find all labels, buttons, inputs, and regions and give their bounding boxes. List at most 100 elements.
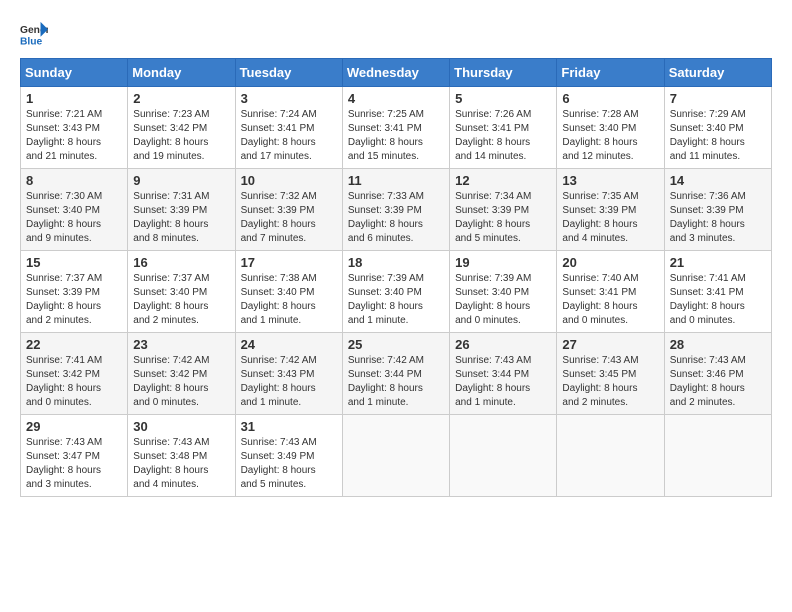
day-number: 14 <box>670 173 766 188</box>
page-header: General Blue <box>20 20 772 48</box>
day-detail: Sunrise: 7:43 AM Sunset: 3:47 PM Dayligh… <box>26 436 122 492</box>
calendar-cell: 31Sunrise: 7:43 AM Sunset: 3:49 PM Dayli… <box>235 415 342 497</box>
day-number: 3 <box>241 91 337 106</box>
day-number: 12 <box>455 173 551 188</box>
day-detail: Sunrise: 7:34 AM Sunset: 3:39 PM Dayligh… <box>455 190 551 246</box>
svg-text:Blue: Blue <box>20 36 43 47</box>
day-number: 27 <box>562 337 658 352</box>
day-number: 4 <box>348 91 444 106</box>
day-number: 6 <box>562 91 658 106</box>
calendar-cell: 29 Sunrise: 7:43 AM Sunset: 3:47 PM Dayli… <box>21 415 128 497</box>
calendar-cell: 18 Sunrise: 7:39 AM Sunset: 3:40 PM Dayli… <box>342 251 449 333</box>
calendar-cell: 10 Sunrise: 7:32 AM Sunset: 3:39 PM Dayli… <box>235 169 342 251</box>
calendar-cell: 12 Sunrise: 7:34 AM Sunset: 3:39 PM Dayli… <box>450 169 557 251</box>
calendar-cell: 6 Sunrise: 7:28 AM Sunset: 3:40 PM Daylig… <box>557 87 664 169</box>
day-detail: Sunrise: 7:42 AM Sunset: 3:44 PM Dayligh… <box>348 354 444 410</box>
day-detail: Sunrise: 7:39 AM Sunset: 3:40 PM Dayligh… <box>348 272 444 328</box>
day-detail: Sunrise: 7:39 AM Sunset: 3:40 PM Dayligh… <box>455 272 551 328</box>
calendar-cell: 19 Sunrise: 7:39 AM Sunset: 3:40 PM Dayli… <box>450 251 557 333</box>
calendar-cell: 8 Sunrise: 7:30 AM Sunset: 3:40 PM Daylig… <box>21 169 128 251</box>
day-detail: Sunrise: 7:41 AM Sunset: 3:41 PM Dayligh… <box>670 272 766 328</box>
day-number: 23 <box>133 337 229 352</box>
column-header-friday: Friday <box>557 59 664 87</box>
day-detail: Sunrise: 7:36 AM Sunset: 3:39 PM Dayligh… <box>670 190 766 246</box>
logo: General Blue <box>20 20 48 48</box>
day-detail: Sunrise: 7:32 AM Sunset: 3:39 PM Dayligh… <box>241 190 337 246</box>
calendar-cell: 27 Sunrise: 7:43 AM Sunset: 3:45 PM Dayli… <box>557 333 664 415</box>
day-number: 22 <box>26 337 122 352</box>
day-number: 19 <box>455 255 551 270</box>
calendar-cell: 11Sunrise: 7:33 AM Sunset: 3:39 PM Dayli… <box>342 169 449 251</box>
calendar-cell: 14 Sunrise: 7:36 AM Sunset: 3:39 PM Dayli… <box>664 169 771 251</box>
calendar-cell: 1 Sunrise: 7:21 AM Sunset: 3:43 PM Daylig… <box>21 87 128 169</box>
calendar-week-row: 1 Sunrise: 7:21 AM Sunset: 3:43 PM Daylig… <box>21 87 772 169</box>
calendar-cell: 3 Sunrise: 7:24 AM Sunset: 3:41 PM Daylig… <box>235 87 342 169</box>
day-number: 21 <box>670 255 766 270</box>
day-detail: Sunrise: 7:29 AM Sunset: 3:40 PM Dayligh… <box>670 108 766 164</box>
calendar-cell: 4 Sunrise: 7:25 AM Sunset: 3:41 PM Daylig… <box>342 87 449 169</box>
calendar-cell: 30 Sunrise: 7:43 AM Sunset: 3:48 PM Dayli… <box>128 415 235 497</box>
day-number: 29 <box>26 419 122 434</box>
day-detail: Sunrise: 7:42 AM Sunset: 3:42 PM Dayligh… <box>133 354 229 410</box>
day-number: 1 <box>26 91 122 106</box>
day-detail: Sunrise: 7:25 AM Sunset: 3:41 PM Dayligh… <box>348 108 444 164</box>
day-number: 24 <box>241 337 337 352</box>
calendar-cell: 5Sunrise: 7:26 AM Sunset: 3:41 PM Daylig… <box>450 87 557 169</box>
day-detail: Sunrise: 7:43 AM Sunset: 3:46 PM Dayligh… <box>670 354 766 410</box>
day-detail: Sunrise: 7:30 AM Sunset: 3:40 PM Dayligh… <box>26 190 122 246</box>
day-detail: Sunrise: 7:37 AM Sunset: 3:40 PM Dayligh… <box>133 272 229 328</box>
day-number: 8 <box>26 173 122 188</box>
calendar-cell <box>664 415 771 497</box>
day-number: 28 <box>670 337 766 352</box>
day-detail: Sunrise: 7:28 AM Sunset: 3:40 PM Dayligh… <box>562 108 658 164</box>
calendar-week-row: 8 Sunrise: 7:30 AM Sunset: 3:40 PM Daylig… <box>21 169 772 251</box>
calendar-cell: 26 Sunrise: 7:43 AM Sunset: 3:44 PM Dayli… <box>450 333 557 415</box>
day-number: 15 <box>26 255 122 270</box>
calendar-cell: 25 Sunrise: 7:42 AM Sunset: 3:44 PM Dayli… <box>342 333 449 415</box>
day-detail: Sunrise: 7:24 AM Sunset: 3:41 PM Dayligh… <box>241 108 337 164</box>
calendar-table: SundayMondayTuesdayWednesdayThursdayFrid… <box>20 58 772 497</box>
calendar-cell: 7 Sunrise: 7:29 AM Sunset: 3:40 PM Daylig… <box>664 87 771 169</box>
calendar-cell: 13 Sunrise: 7:35 AM Sunset: 3:39 PM Dayli… <box>557 169 664 251</box>
calendar-cell: 15 Sunrise: 7:37 AM Sunset: 3:39 PM Dayli… <box>21 251 128 333</box>
day-detail: Sunrise: 7:40 AM Sunset: 3:41 PM Dayligh… <box>562 272 658 328</box>
day-detail: Sunrise: 7:23 AM Sunset: 3:42 PM Dayligh… <box>133 108 229 164</box>
day-number: 18 <box>348 255 444 270</box>
day-number: 7 <box>670 91 766 106</box>
day-detail: Sunrise: 7:38 AM Sunset: 3:40 PM Dayligh… <box>241 272 337 328</box>
day-number: 30 <box>133 419 229 434</box>
day-detail: Sunrise: 7:43 AM Sunset: 3:44 PM Dayligh… <box>455 354 551 410</box>
calendar-cell: 24 Sunrise: 7:42 AM Sunset: 3:43 PM Dayli… <box>235 333 342 415</box>
calendar-cell: 16 Sunrise: 7:37 AM Sunset: 3:40 PM Dayli… <box>128 251 235 333</box>
column-header-sunday: Sunday <box>21 59 128 87</box>
day-detail: Sunrise: 7:35 AM Sunset: 3:39 PM Dayligh… <box>562 190 658 246</box>
day-detail: Sunrise: 7:21 AM Sunset: 3:43 PM Dayligh… <box>26 108 122 164</box>
day-number: 20 <box>562 255 658 270</box>
calendar-cell: 9 Sunrise: 7:31 AM Sunset: 3:39 PM Daylig… <box>128 169 235 251</box>
day-number: 16 <box>133 255 229 270</box>
logo-icon: General Blue <box>20 20 48 48</box>
calendar-week-row: 22Sunrise: 7:41 AM Sunset: 3:42 PM Dayli… <box>21 333 772 415</box>
day-number: 11 <box>348 173 444 188</box>
calendar-week-row: 29 Sunrise: 7:43 AM Sunset: 3:47 PM Dayli… <box>21 415 772 497</box>
day-number: 9 <box>133 173 229 188</box>
day-number: 5 <box>455 91 551 106</box>
day-detail: Sunrise: 7:31 AM Sunset: 3:39 PM Dayligh… <box>133 190 229 246</box>
calendar-cell: 17Sunrise: 7:38 AM Sunset: 3:40 PM Dayli… <box>235 251 342 333</box>
calendar-header-row: SundayMondayTuesdayWednesdayThursdayFrid… <box>21 59 772 87</box>
day-detail: Sunrise: 7:37 AM Sunset: 3:39 PM Dayligh… <box>26 272 122 328</box>
day-number: 26 <box>455 337 551 352</box>
day-number: 10 <box>241 173 337 188</box>
column-header-thursday: Thursday <box>450 59 557 87</box>
calendar-cell <box>342 415 449 497</box>
day-detail: Sunrise: 7:42 AM Sunset: 3:43 PM Dayligh… <box>241 354 337 410</box>
calendar-cell <box>450 415 557 497</box>
day-number: 25 <box>348 337 444 352</box>
day-number: 2 <box>133 91 229 106</box>
day-number: 13 <box>562 173 658 188</box>
column-header-saturday: Saturday <box>664 59 771 87</box>
calendar-cell: 23 Sunrise: 7:42 AM Sunset: 3:42 PM Dayli… <box>128 333 235 415</box>
day-detail: Sunrise: 7:43 AM Sunset: 3:48 PM Dayligh… <box>133 436 229 492</box>
day-detail: Sunrise: 7:43 AM Sunset: 3:45 PM Dayligh… <box>562 354 658 410</box>
column-header-monday: Monday <box>128 59 235 87</box>
